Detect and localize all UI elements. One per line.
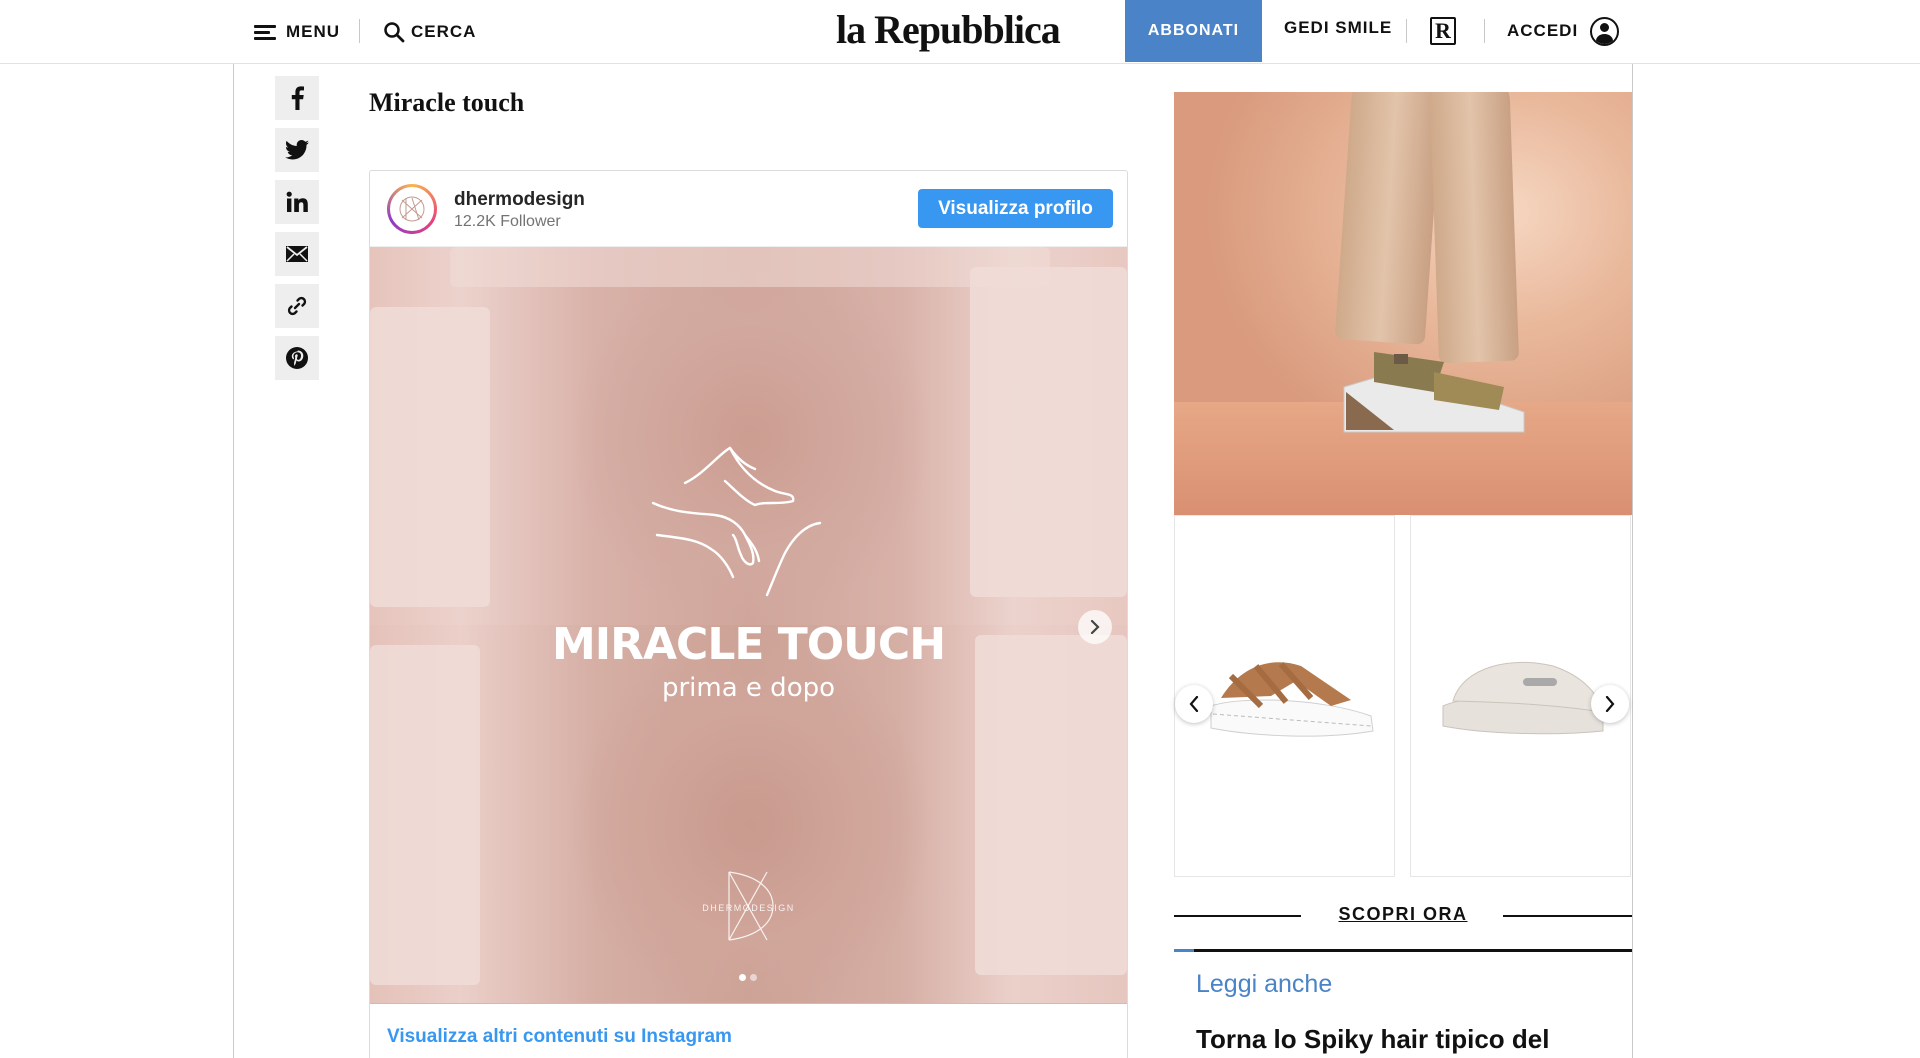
hands-illustration-icon — [651, 446, 822, 597]
ad-cta: SCOPRI ORA — [1174, 902, 1632, 928]
carousel-dot — [739, 974, 746, 981]
header-divider — [1406, 19, 1407, 43]
view-more-on-instagram-link[interactable]: Visualizza altri contenuti su Instagram — [387, 1026, 732, 1048]
login-label: ACCEDI — [1507, 21, 1579, 40]
ad-banner-image[interactable] — [1174, 92, 1632, 515]
login-button[interactable]: ACCEDI — [1507, 15, 1620, 47]
site-header: MENU CERCA la Repubblica ABBONATI GEDI S… — [0, 0, 1920, 64]
ad-carousel-next-button[interactable] — [1591, 685, 1629, 723]
related-heading: Leggi anche — [1196, 970, 1333, 998]
pinterest-icon — [286, 347, 308, 369]
media-subtitle: prima e dopo — [661, 673, 836, 703]
sandal-product-icon — [1210, 662, 1374, 737]
subscribe-button[interactable]: ABBONATI — [1125, 0, 1262, 62]
article-title: Miracle touch — [369, 88, 525, 117]
gedi-smile-link[interactable]: GEDI SMILE — [1284, 18, 1392, 38]
share-twitter-button[interactable] — [275, 128, 319, 172]
carousel-next-button[interactable] — [1078, 610, 1112, 644]
header-divider — [359, 19, 360, 43]
related-divider — [1174, 949, 1632, 952]
discover-now-button[interactable]: SCOPRI ORA — [1174, 904, 1632, 925]
profile-avatar[interactable] — [387, 184, 437, 234]
site-logo[interactable]: la Repubblica — [836, 6, 1061, 53]
media-brand-label: DHERMODESIGN — [702, 903, 795, 913]
dhermodesign-logo-icon — [399, 196, 425, 222]
linkedin-icon — [286, 191, 308, 212]
chevron-right-icon — [1090, 620, 1100, 634]
share-email-button[interactable] — [275, 232, 319, 276]
instagram-embed-header: dhermodesign 12.2K Follower Visualizza p… — [370, 171, 1127, 247]
search-button[interactable]: CERCA — [383, 16, 476, 48]
view-profile-button[interactable]: Visualizza profilo — [918, 189, 1113, 228]
carousel-indicator — [739, 974, 757, 981]
instagram-username[interactable]: dhermodesign — [454, 189, 585, 211]
mail-icon — [286, 246, 308, 262]
content-frame-right — [1632, 64, 1633, 1058]
media-title: MIRACLE TOUCH — [551, 619, 946, 670]
share-pinterest-button[interactable] — [275, 336, 319, 380]
loafer-product-icon — [1442, 661, 1604, 735]
share-bar — [275, 76, 319, 388]
twitter-icon — [285, 140, 309, 160]
ad-carousel-prev-button[interactable] — [1175, 685, 1213, 723]
chevron-left-icon — [1189, 696, 1199, 712]
related-article-link[interactable]: Torna lo Spiky hair tipico del — [1196, 1024, 1549, 1055]
content-frame-left — [233, 64, 234, 1058]
ad-product-carousel — [1174, 515, 1632, 877]
search-icon — [384, 22, 405, 43]
share-facebook-button[interactable] — [275, 76, 319, 120]
share-linkedin-button[interactable] — [275, 180, 319, 224]
carousel-dot — [750, 974, 757, 981]
follower-count: 12.2K Follower — [454, 213, 561, 230]
sandal-icon — [1343, 352, 1525, 433]
instagram-post-image[interactable]: MIRACLE TOUCH prima e dopo DHERMODESIGN — [370, 247, 1127, 1004]
repubblica-r-icon[interactable]: R — [1430, 17, 1456, 45]
copy-link-button[interactable] — [275, 284, 319, 328]
menu-button[interactable]: MENU — [254, 16, 340, 48]
user-icon — [1590, 16, 1620, 46]
instagram-embed: dhermodesign 12.2K Follower Visualizza p… — [369, 170, 1128, 1058]
header-divider — [1484, 19, 1485, 43]
hamburger-icon — [254, 24, 278, 40]
search-label: CERCA — [411, 22, 477, 41]
chevron-right-icon — [1605, 696, 1615, 712]
facebook-icon — [291, 86, 304, 110]
link-icon — [287, 296, 307, 316]
menu-label: MENU — [286, 22, 341, 41]
